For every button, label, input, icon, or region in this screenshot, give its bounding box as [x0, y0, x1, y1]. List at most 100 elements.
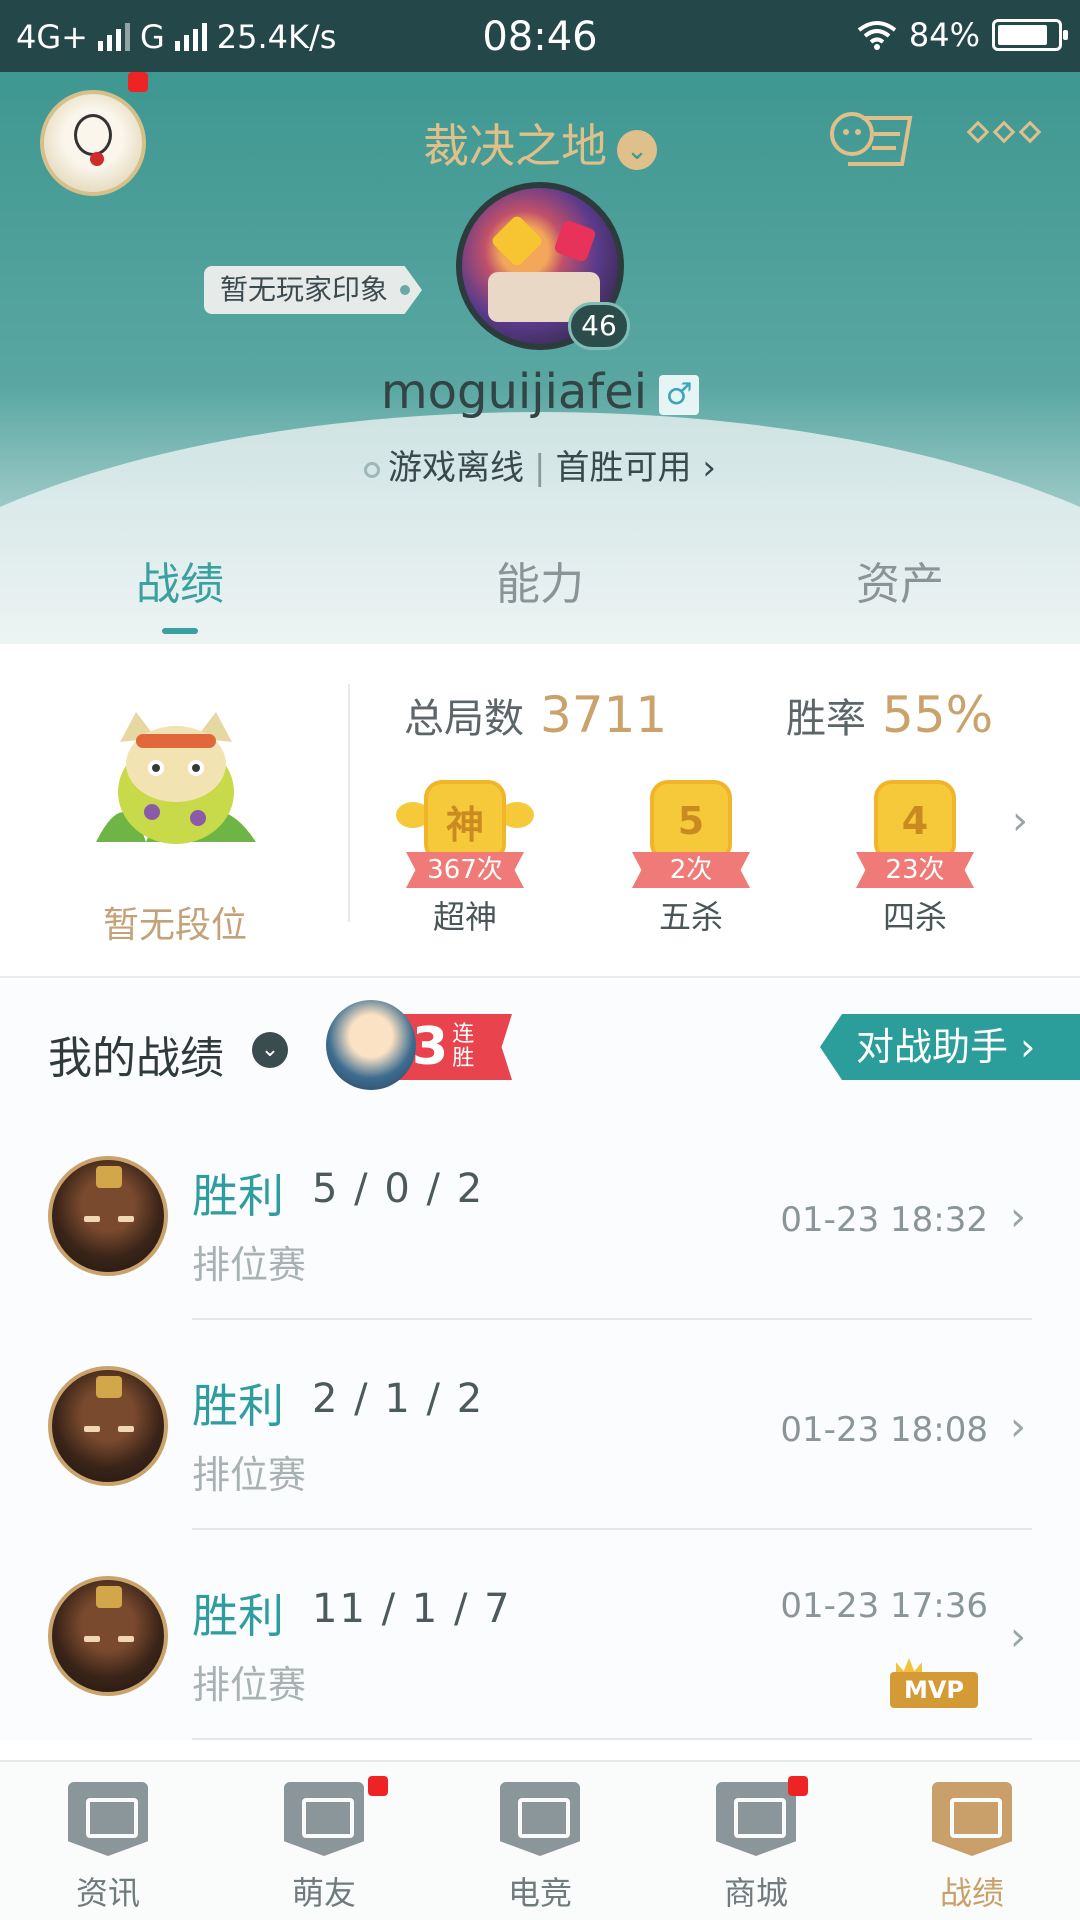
- rank-emblem-icon: [96, 712, 256, 844]
- medal-count: 2次: [632, 852, 750, 888]
- total-games-label: 总局数: [404, 696, 524, 742]
- nav-news[interactable]: 资讯: [18, 1782, 198, 1914]
- chevron-right-icon: ›: [1010, 1404, 1026, 1450]
- match-mode: 排位赛: [192, 1453, 307, 1497]
- battle-assistant-button[interactable]: 对战助手 ›: [820, 1014, 1080, 1080]
- row-divider: [192, 1738, 1032, 1740]
- status-right: 84%: [857, 16, 1068, 54]
- server-selector[interactable]: 裁决之地 ⌄: [0, 110, 1080, 176]
- medal-count: 367次: [406, 852, 524, 888]
- avatar-notification-badge: [128, 72, 148, 92]
- hero-avatar: [48, 1576, 168, 1696]
- battery-icon: [992, 19, 1068, 51]
- nav-label: 萌友: [291, 1874, 356, 1912]
- stats-panel[interactable]: 暂无段位 总局数 3711 胜率 55% 神 367次 超神 5 2次 五杀 4 2…: [0, 644, 1080, 978]
- tab-records-label: 战绩: [136, 559, 224, 610]
- online-status[interactable]: 游戏离线 | 首胜可用 ›: [0, 440, 1080, 489]
- status-bar: 4G+ G 25.4K/s 08:46 84%: [0, 0, 1080, 72]
- friends-notification-badge: [368, 1776, 388, 1796]
- news-icon: [68, 1782, 148, 1856]
- medal-name: 四杀: [882, 898, 947, 936]
- nav-shop[interactable]: 商城: [666, 1782, 846, 1914]
- tab-assets[interactable]: 资产: [800, 548, 1000, 612]
- match-mode: 排位赛: [192, 1663, 307, 1707]
- friends-icon: [284, 1782, 364, 1856]
- level-badge: 46: [568, 302, 630, 350]
- chat-icon[interactable]: [828, 108, 914, 168]
- match-row[interactable]: 胜利 5 / 0 / 2 排位赛 01-23 18:32 ›: [0, 1110, 1080, 1320]
- medal-count: 23次: [856, 852, 974, 888]
- nav-label: 资讯: [75, 1874, 140, 1912]
- medal-legendary: 神 367次 超神: [390, 762, 540, 936]
- chevron-right-icon: ›: [1010, 1194, 1026, 1240]
- profile-tabs: 战绩 能力 资产: [0, 548, 1080, 644]
- total-games-value: 3711: [540, 686, 668, 744]
- match-row[interactable]: 胜利 11 / 1 / 7 排位赛 01-23 17:36 MVP ›: [0, 1530, 1080, 1740]
- game-status-text: 游戏离线: [388, 448, 525, 488]
- match-time: 01-23 17:36: [780, 1586, 988, 1626]
- chevron-right-icon: ›: [1010, 1614, 1026, 1660]
- match-row[interactable]: 胜利 2 / 1 / 2 排位赛 01-23 18:08 ›: [0, 1320, 1080, 1530]
- nav-label: 商城: [723, 1874, 788, 1912]
- match-result: 胜利: [192, 1379, 284, 1433]
- offline-dot-icon: [364, 461, 381, 478]
- male-gender-icon: ♂: [659, 375, 700, 415]
- bottom-nav: 资讯 萌友 电竞 商城 战绩: [0, 1760, 1080, 1920]
- nav-friends[interactable]: 萌友: [234, 1782, 414, 1914]
- tab-ability-label: 能力: [496, 559, 584, 610]
- avatar-gem-yellow: [490, 214, 544, 268]
- shop-icon: [716, 1782, 796, 1856]
- total-games: 总局数 3711: [404, 686, 667, 744]
- win-rate-label: 胜率: [786, 696, 866, 742]
- player-impression-tag[interactable]: 暂无玩家印象: [204, 266, 423, 314]
- tab-records[interactable]: 战绩: [80, 548, 280, 634]
- first-win-text: 首胜可用: [555, 448, 692, 488]
- penta-kill-medal-icon: 5: [650, 780, 732, 862]
- nav-records[interactable]: 战绩: [882, 1782, 1062, 1914]
- rank-label: 暂无段位: [102, 905, 247, 946]
- chevron-down-icon: ⌄: [617, 129, 657, 170]
- medal-name: 超神: [432, 898, 497, 936]
- avatar-gem-red: [553, 219, 597, 263]
- match-result: 胜利: [192, 1169, 284, 1223]
- records-icon: [932, 1782, 1012, 1856]
- username-text: moguijiafei: [380, 364, 648, 420]
- tab-active-indicator: [162, 628, 198, 634]
- win-rate-value: 55%: [882, 686, 994, 744]
- streak-number: 3: [412, 1017, 449, 1077]
- streak-text: 连胜: [452, 1022, 475, 1071]
- match-time: 01-23 18:08: [780, 1410, 988, 1450]
- match-kda: 5 / 0 / 2: [312, 1166, 485, 1212]
- tab-assets-label: 资产: [856, 559, 944, 610]
- battery-percent: 84%: [908, 16, 980, 54]
- server-name: 裁决之地: [423, 119, 607, 173]
- nav-esports[interactable]: 电竞: [450, 1782, 630, 1914]
- medal-penta-kill: 5 2次 五杀: [616, 762, 766, 936]
- medal-name: 五杀: [658, 898, 723, 936]
- quadra-kill-medal-icon: 4: [874, 780, 956, 862]
- match-mode: 排位赛: [192, 1243, 307, 1287]
- tab-ability[interactable]: 能力: [440, 548, 640, 612]
- mvp-label: MVP: [890, 1672, 978, 1708]
- match-kda: 11 / 1 / 7: [312, 1586, 512, 1632]
- nav-label: 电竞: [507, 1874, 572, 1912]
- hero-avatar: [48, 1156, 168, 1276]
- win-rate: 胜率 55%: [786, 686, 993, 744]
- esports-icon: [500, 1782, 580, 1856]
- chevron-down-icon[interactable]: ⌄: [252, 1032, 288, 1068]
- chevron-right-icon: ›: [702, 448, 716, 488]
- match-kda: 2 / 1 / 2: [312, 1376, 485, 1422]
- mvp-badge: MVP: [890, 1658, 980, 1708]
- match-result: 胜利: [192, 1589, 284, 1643]
- medal-quadra-kill: 4 23次 四杀: [840, 762, 990, 936]
- records-header: 我的战绩 ⌄ 3 连胜 对战助手 ›: [0, 980, 1080, 1110]
- chevron-right-icon[interactable]: ›: [1012, 798, 1028, 844]
- records-title[interactable]: 我的战绩: [48, 1022, 224, 1086]
- wifi-icon: [857, 21, 897, 50]
- match-time: 01-23 18:32: [780, 1200, 988, 1240]
- username: moguijiafei ♂: [0, 364, 1080, 420]
- status-separator: |: [534, 448, 546, 488]
- hero-avatar: [48, 1366, 168, 1486]
- battery-fill: [998, 25, 1047, 45]
- more-options-icon[interactable]: [966, 120, 1042, 144]
